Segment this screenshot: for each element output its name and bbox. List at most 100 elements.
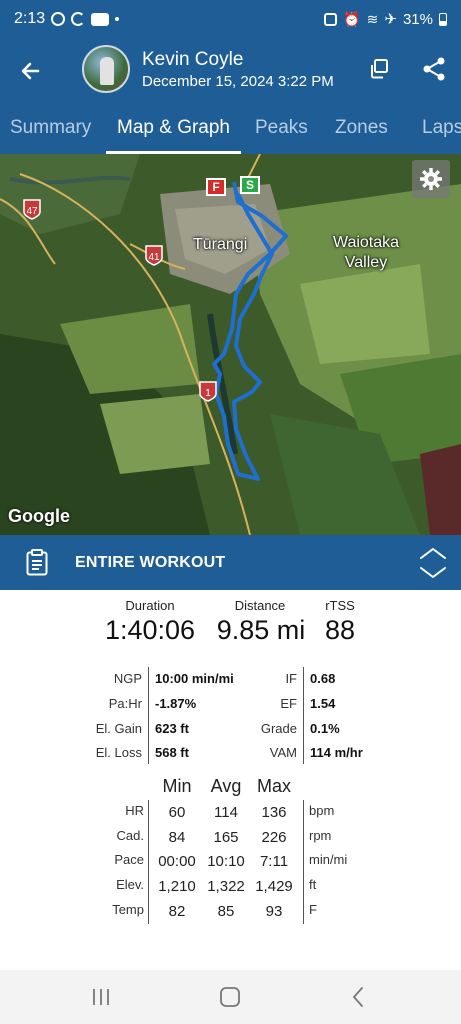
map-label-waiotaka: Waiotaka: [332, 234, 400, 251]
battery-icon: [439, 12, 447, 26]
hr-unit: bpm: [309, 803, 335, 818]
nfc-icon: [324, 12, 338, 26]
if-value: 0.68: [310, 671, 336, 686]
status-time: 2:13: [14, 10, 46, 27]
finish-marker[interactable]: F: [206, 178, 226, 196]
tab-peaks[interactable]: Peaks: [255, 117, 308, 139]
elevation-unit: ft: [309, 877, 317, 892]
back-arrow-icon[interactable]: [16, 54, 50, 88]
elevation-avg: 1,322: [207, 878, 245, 895]
home-icon[interactable]: [217, 984, 243, 1010]
road-shield-label: 47: [26, 206, 38, 217]
grade-label: Grade: [260, 721, 297, 736]
table-row-label-hr: HR: [125, 803, 144, 818]
user-name: Kevin Coyle: [142, 49, 244, 70]
workout-date: December 15, 2024 3:22 PM: [142, 73, 334, 90]
tab-map-graph[interactable]: Map & Graph: [117, 117, 230, 139]
system-nav-bar: [0, 970, 461, 1024]
youtube-icon: [91, 12, 110, 26]
start-marker[interactable]: S: [240, 176, 260, 194]
cadence-avg: 165: [213, 829, 239, 846]
metrics-divider-right: [303, 667, 304, 764]
table-header-avg: Avg: [210, 776, 242, 796]
duration-label: Duration: [125, 598, 175, 613]
ef-label: EF: [280, 696, 297, 711]
elevation-loss-value: 568 ft: [155, 745, 189, 760]
avatar[interactable]: [82, 45, 130, 93]
workout-section-bar[interactable]: ENTIRE WORKOUT: [0, 535, 461, 590]
rtss-label: rTSS: [325, 598, 355, 613]
temp-min: 82: [168, 903, 186, 920]
alarm-icon: ⏰: [343, 10, 361, 27]
temp-avg: 85: [217, 903, 235, 920]
expand-collapse-icon[interactable]: [418, 546, 448, 580]
cadence-max: 226: [261, 829, 287, 846]
section-title: ENTIRE WORKOUT: [75, 554, 226, 571]
clipboard-icon: [26, 549, 48, 576]
google-attribution: Google: [8, 506, 70, 526]
if-label: IF: [285, 671, 297, 686]
share-icon[interactable]: [422, 56, 446, 82]
pahr-label: Pa:Hr: [108, 696, 142, 711]
ngp-label: NGP: [113, 671, 142, 686]
gear-icon: [420, 168, 442, 190]
cadence-min: 84: [168, 829, 186, 846]
recent-apps-icon[interactable]: [88, 984, 114, 1010]
tab-summary[interactable]: Summary: [10, 117, 91, 139]
distance-label: Distance: [234, 598, 286, 613]
hr-max: 136: [261, 804, 287, 821]
elevation-loss-label: El. Loss: [95, 745, 142, 760]
elevation-gain-value: 623 ft: [155, 721, 189, 736]
back-nav-icon[interactable]: [346, 984, 372, 1010]
sync-icon: [71, 12, 86, 26]
table-row-label-pace: Pace: [114, 852, 144, 867]
temp-max: 93: [265, 903, 283, 920]
tab-laps[interactable]: Laps: [422, 117, 461, 139]
table-divider-right: [303, 800, 304, 924]
elevation-min: 1,210: [158, 878, 196, 895]
cadence-unit: rpm: [309, 828, 332, 843]
map-terrain: [0, 154, 461, 535]
vam-label: VAM: [269, 745, 297, 760]
grade-value: 0.1%: [310, 721, 340, 736]
ef-value: 1.54: [310, 696, 336, 711]
temp-unit: F: [309, 902, 317, 917]
map-label-turangi: Tūrangi: [193, 236, 248, 253]
table-divider-left: [148, 800, 149, 924]
copy-icon[interactable]: [369, 58, 391, 80]
pace-unit: min/mi: [309, 852, 348, 867]
map-settings-button[interactable]: [412, 160, 450, 198]
route-map[interactable]: 47 41 1 Tūrangi Waiotaka Valley F S Goog…: [0, 154, 461, 535]
avatar-figure: [100, 57, 114, 85]
table-row-label-cadence: Cad.: [116, 828, 144, 843]
elevation-gain-label: El. Gain: [95, 721, 142, 736]
hr-avg: 114: [214, 804, 238, 821]
table-row-label-elevation: Elev.: [116, 877, 144, 892]
hr-min: 60: [168, 804, 186, 821]
wifi-icon: ≋: [366, 10, 379, 27]
app-header: Kevin Coyle December 15, 2024 3:22 PM: [0, 38, 461, 104]
status-bar: 2:13 ⏰ ≋ ✈ 31%: [0, 0, 461, 38]
notification-dot-icon: [115, 17, 120, 21]
airplane-icon: ✈: [384, 11, 397, 28]
table-header-max: Max: [256, 776, 291, 796]
messenger-icon: [51, 12, 66, 26]
pace-max: 7:11: [259, 853, 289, 870]
table-row-label-temp: Temp: [112, 902, 144, 917]
pace-avg: 10:10: [207, 853, 245, 870]
pace-min: 00:00: [158, 853, 196, 870]
ngp-value: 10:00 min/mi: [155, 671, 234, 686]
battery-level: 31%: [402, 10, 433, 28]
rtss-value: 88: [324, 615, 356, 645]
tab-zones[interactable]: Zones: [335, 117, 388, 139]
elevation-max: 1,429: [255, 878, 293, 895]
road-shield-label: 1: [205, 388, 211, 399]
pahr-value: -1.87%: [155, 696, 197, 711]
metrics-divider-left: [148, 667, 149, 764]
road-shield-label: 41: [148, 252, 160, 263]
distance-value: 9.85 mi: [216, 615, 306, 645]
map-label-valley: Valley: [344, 254, 388, 271]
vam-value: 114 m/hr: [310, 745, 363, 760]
tab-bar: Summary Map & Graph Peaks Zones Laps: [0, 104, 461, 154]
table-header-min: Min: [162, 776, 192, 796]
